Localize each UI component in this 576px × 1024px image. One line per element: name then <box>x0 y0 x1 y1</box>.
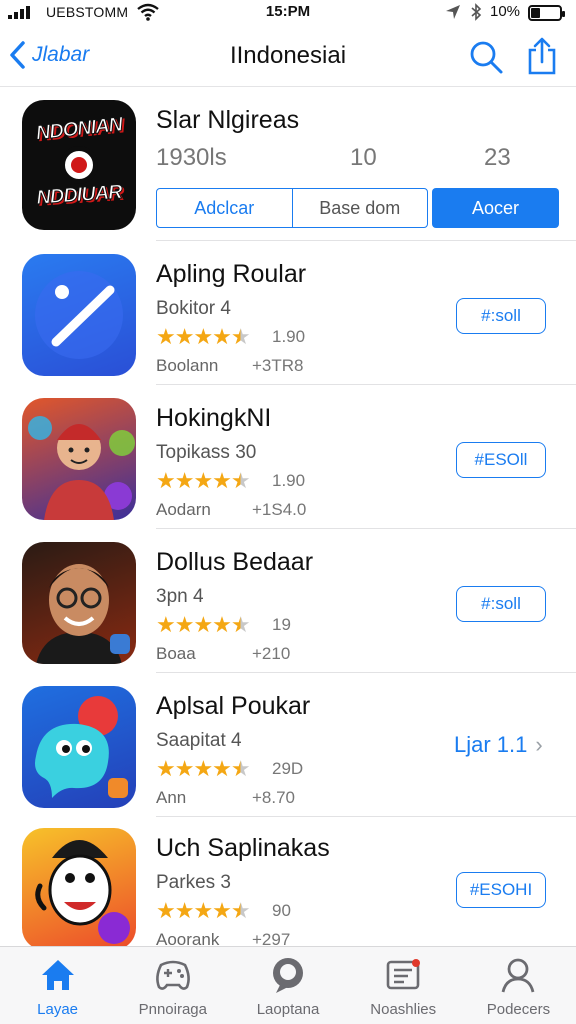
app-name: Apling Roular <box>156 260 307 288</box>
app-count: +8.70 <box>252 788 296 807</box>
get-button[interactable]: #:soll <box>456 298 546 334</box>
rating-value: 1.90 <box>272 327 306 346</box>
list-item[interactable]: Aplsal Poukar Saapitat 4 ★★★★★ 29D Ann +… <box>0 676 576 818</box>
app-name: HokingkNI <box>156 404 272 432</box>
creature-icon <box>22 686 136 808</box>
tab-home[interactable]: Layae <box>0 947 115 1024</box>
location-icon <box>446 5 460 19</box>
star-rating: ★★★★★ <box>156 468 251 493</box>
app-meta: Aodarn <box>156 500 211 519</box>
chevron-right-icon: › <box>535 732 543 757</box>
app-subtitle: Saapitat 4 <box>156 730 242 751</box>
get-button[interactable]: #ESOHI <box>456 872 546 908</box>
row-divider <box>156 672 576 673</box>
app-name: Uch Saplinakas <box>156 834 330 862</box>
rating-value: 90 <box>272 901 291 920</box>
portrait-icon <box>22 542 136 664</box>
app-meta: Boolann <box>156 356 219 375</box>
star-rating: ★★★★★ <box>156 898 251 923</box>
featured-icon-text-bottom: NDDIUAR <box>35 181 123 210</box>
rating-value: 19 <box>272 615 291 634</box>
nav-divider <box>0 86 576 87</box>
star-rating: ★★★★★ <box>156 324 251 349</box>
status-bar: UEBSTOMM 15:PM 10% <box>0 0 576 26</box>
bluetooth-icon <box>471 3 482 21</box>
tab-label: Podecers <box>486 1001 551 1018</box>
row-divider <box>156 816 576 817</box>
row-divider <box>156 240 576 241</box>
tab-label: Layae <box>37 1001 79 1018</box>
tab-chat[interactable]: Laoptana <box>230 947 345 1024</box>
get-button[interactable]: #:soll <box>456 586 546 622</box>
app-subtitle: Parkes 3 <box>156 872 231 893</box>
list-item[interactable]: Dollus Bedaar 3pn 4 ★★★★★ 19 Boaa +210 #… <box>0 532 576 674</box>
tab-label: Pnnoiraga <box>138 1001 207 1018</box>
row-divider <box>156 528 576 529</box>
app-link-label: Ljar 1.1 <box>454 732 528 757</box>
tab-games[interactable]: Pnnoiraga <box>115 947 230 1024</box>
tab-label: Noashlies <box>370 1001 437 1018</box>
list-item[interactable]: Apling Roular Bokitor 4 ★★★★★ 1.90 Boola… <box>0 244 576 386</box>
app-count: +1S4.0 <box>252 500 307 519</box>
segment-2[interactable]: Base dom <box>293 189 428 227</box>
character-icon <box>22 828 136 950</box>
tab-profile[interactable]: Podecers <box>461 947 576 1024</box>
app-subtitle: Bokitor 4 <box>156 298 231 319</box>
app-count: +3TR8 <box>252 356 304 375</box>
featured-action-button[interactable]: Aocer <box>432 188 559 228</box>
app-name: Aplsal Poukar <box>156 692 311 720</box>
news-icon <box>386 959 421 990</box>
segment-1[interactable]: Adclcar <box>157 189 293 227</box>
pencil-icon <box>22 254 136 376</box>
row-divider <box>156 384 576 385</box>
featured-app-name: Slar Nlgireas <box>156 106 300 134</box>
app-link[interactable]: Ljar 1.1 › <box>454 732 543 758</box>
rating-value: 29D <box>272 759 304 778</box>
app-subtitle: 3pn 4 <box>156 586 204 607</box>
share-icon[interactable] <box>524 36 560 76</box>
home-icon <box>41 960 74 990</box>
star-rating: ★★★★★ <box>156 756 251 781</box>
featured-stat-3: 23 <box>484 144 511 171</box>
battery-icon <box>528 5 565 21</box>
featured-icon-text-top: NDONIAN <box>34 113 124 145</box>
featured-app: NDONIAN NDDIUAR Slar Nlgireas 1930ls 10 … <box>0 92 576 242</box>
get-button[interactable]: #ESOll <box>456 442 546 478</box>
gamepad-icon <box>155 960 190 990</box>
target-icon <box>60 146 98 184</box>
app-count: +210 <box>252 644 291 663</box>
featured-stat-2: 10 <box>350 144 377 171</box>
tab-news[interactable]: Noashlies <box>346 947 461 1024</box>
avatar-icon <box>22 398 136 520</box>
app-meta: Ann <box>156 788 187 807</box>
list-item[interactable]: HokingkNI Topikass 30 ★★★★★ 1.90 Aodarn … <box>0 388 576 530</box>
featured-segmented-control: Adclcar Base dom <box>156 188 428 228</box>
app-name: Dollus Bedaar <box>156 548 314 576</box>
star-rating: ★★★★★ <box>156 612 251 637</box>
app-subtitle: Topikass 30 <box>156 442 257 463</box>
battery-fill <box>531 8 540 18</box>
search-icon[interactable] <box>468 39 504 75</box>
featured-app-icon[interactable]: NDONIAN NDDIUAR <box>22 100 136 230</box>
battery-percent: 10% <box>490 3 521 20</box>
chat-icon <box>273 958 303 993</box>
rating-value: 1.90 <box>272 471 306 490</box>
tab-label: Laoptana <box>256 1001 320 1018</box>
tab-bar: Layae Pnnoiraga Laoptana Noashlies Podec… <box>0 946 576 1024</box>
app-meta: Boaa <box>156 644 196 663</box>
nav-bar: Jlabar IIndonesiai <box>0 30 576 84</box>
list-item[interactable]: Uch Saplinakas Parkes 3 ★★★★★ 90 Aoorank… <box>0 818 576 960</box>
profile-icon <box>502 958 535 993</box>
featured-stat-1: 1930ls <box>156 144 227 171</box>
